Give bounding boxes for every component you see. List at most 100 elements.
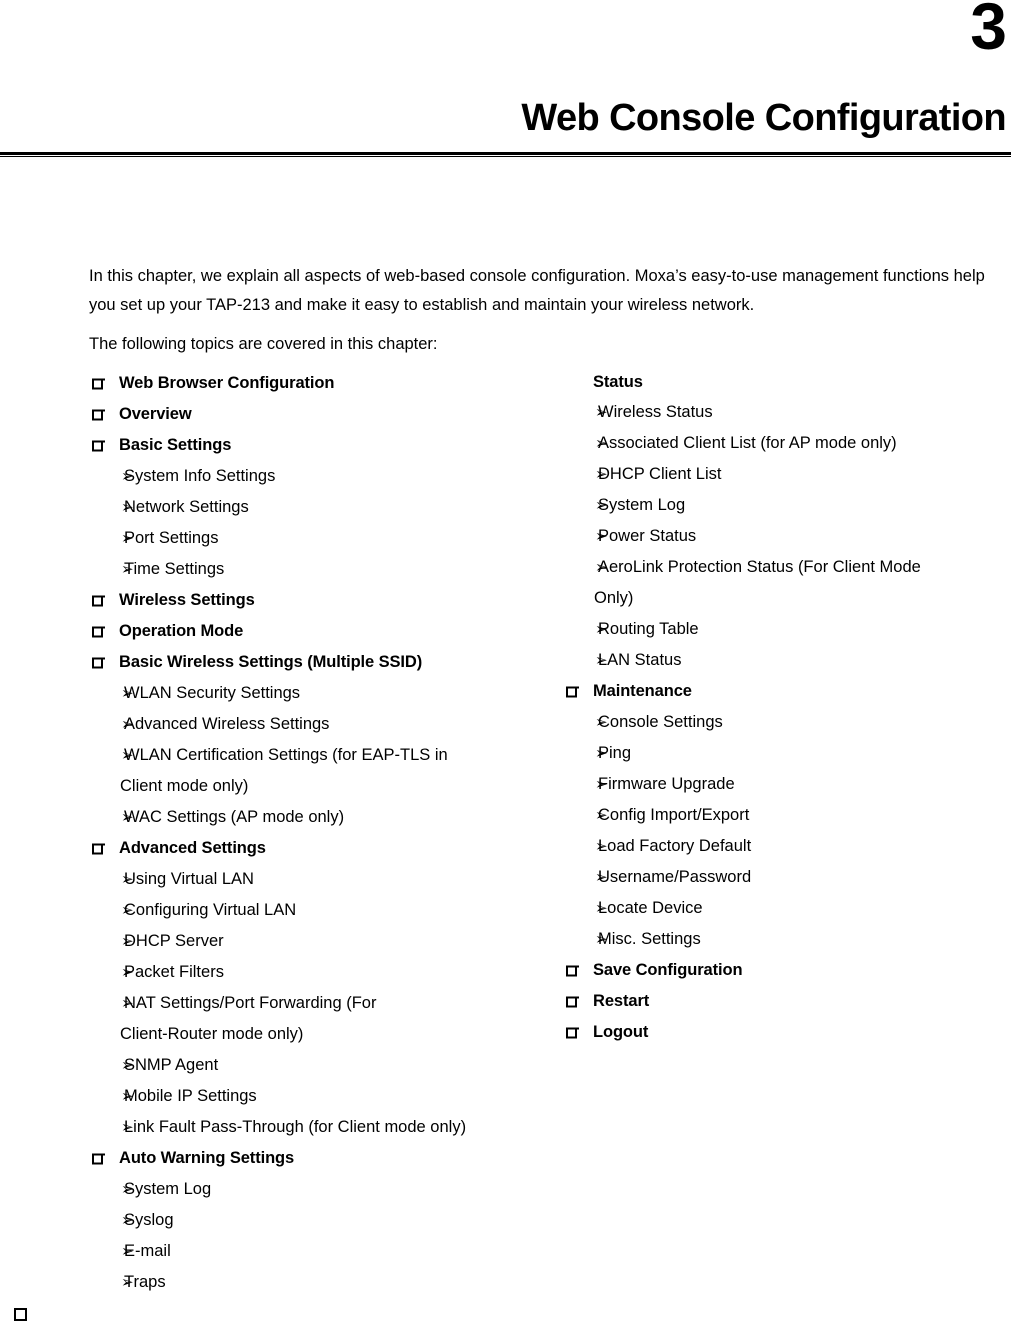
toc-section-label: Operation Mode	[119, 622, 244, 640]
toc-section-label: Auto Warning Settings	[119, 1149, 295, 1167]
toc-subsection-label: Associated Client List (for AP mode only…	[598, 434, 897, 452]
toc-subsection-item[interactable]: ➢ System Log	[563, 490, 1011, 521]
toc-subsection-label: Power Status	[598, 527, 697, 545]
arrow-bullet-icon: ➢	[595, 620, 608, 638]
chapter-toc: Web Browser Configuration Overview Basic S…	[0, 0, 1011, 1326]
toc-section-item[interactable]: Status	[563, 368, 1011, 397]
toc-subsection-item[interactable]: ➢ Using Virtual LAN	[89, 864, 549, 895]
toc-subsection-label-cont: Client-Router mode only)	[120, 1025, 304, 1043]
toc-subsection-item[interactable]: ➢ Username/Password	[563, 862, 1011, 893]
toc-section-label: Overview	[119, 405, 192, 423]
toc-section-item[interactable]: Operation Mode	[89, 616, 549, 647]
toc-subsection-item[interactable]: ➢ Config Import/Export	[563, 800, 1011, 831]
toc-subsection-label: Username/Password	[598, 868, 752, 886]
toc-section-label: Basic Wireless Settings (Multiple SSID)	[119, 653, 423, 671]
toc-subsection-label: Link Fault Pass-Through (for Client mode…	[124, 1118, 467, 1136]
toc-subsection-label: Packet Filters	[124, 963, 224, 981]
toc-section-item[interactable]: Auto Warning Settings	[89, 1143, 549, 1174]
toc-subsection-item[interactable]: ➢ System Info Settings	[89, 461, 549, 492]
arrow-bullet-icon: ➢	[595, 868, 608, 886]
toc-section-label: Web Browser Configuration	[119, 374, 335, 392]
toc-subsection-item[interactable]: ➢ WLAN Security Settings	[89, 678, 549, 709]
toc-subsection-item[interactable]: ➢ DHCP Client List	[563, 459, 1011, 490]
toc-section-label: Logout	[593, 1023, 649, 1041]
toc-subsection-item[interactable]: ➢ Ping	[563, 738, 1011, 769]
toc-column-right: Status ➢ Wireless Status ➢ Associated Client…	[563, 368, 1011, 1048]
arrow-bullet-icon: ➢	[121, 994, 134, 1012]
toc-column-left: Web Browser Configuration Overview Basic S…	[89, 368, 549, 1298]
toc-subsection-label: Routing Table	[598, 620, 699, 638]
square-bullet-icon	[92, 440, 105, 451]
arrow-bullet-icon: ➢	[121, 684, 134, 702]
toc-section-label: Advanced Settings	[119, 839, 266, 857]
toc-subsection-wrap-line: Client mode only)	[89, 771, 549, 802]
toc-section-item[interactable]: Basic Settings	[89, 430, 549, 461]
toc-subsection-item[interactable]: ➢ Traps	[89, 1267, 549, 1298]
toc-subsection-item[interactable]: ➢ Mobile IP Settings	[89, 1081, 549, 1112]
toc-subsection-item[interactable]: ➢ Syslog	[89, 1205, 549, 1236]
toc-subsection-label: Misc. Settings	[598, 930, 701, 948]
toc-subsection-label: Configuring Virtual LAN	[124, 901, 297, 919]
arrow-bullet-icon: ➢	[121, 1180, 134, 1198]
toc-subsection-label: System Log	[124, 1180, 212, 1198]
arrow-bullet-icon: ➢	[121, 746, 134, 764]
square-bullet-icon	[14, 1308, 27, 1321]
toc-section-label: Save Configuration	[593, 961, 743, 979]
toc-subsection-item[interactable]: ➢ Packet Filters	[89, 957, 549, 988]
toc-section-label: Maintenance	[593, 682, 692, 700]
arrow-bullet-icon: ➢	[121, 1211, 134, 1229]
toc-section-item[interactable]: Restart	[563, 986, 1011, 1017]
toc-subsection-item[interactable]: ➢ Advanced Wireless Settings	[89, 709, 549, 740]
toc-subsection-label-cont: Only)	[594, 589, 634, 607]
arrow-bullet-icon: ➢	[121, 715, 134, 733]
toc-subsection-label: Firmware Upgrade	[598, 775, 735, 793]
arrow-bullet-icon: ➢	[121, 870, 134, 888]
toc-subsection-item[interactable]: ➢ Locate Device	[563, 893, 1011, 924]
arrow-bullet-icon: ➢	[595, 558, 608, 576]
toc-subsection-item[interactable]: ➢ Associated Client List (for AP mode onl…	[563, 428, 1011, 459]
toc-subsection-item[interactable]: ➢ Link Fault Pass-Through (for Client mod…	[89, 1112, 549, 1143]
toc-subsection-item[interactable]: ➢ SNMP Agent	[89, 1050, 549, 1081]
toc-subsection-item[interactable]: ➢ LAN Status	[563, 645, 1011, 676]
toc-section-item[interactable]: Web Browser Configuration	[89, 368, 549, 399]
toc-section-item[interactable]: Basic Wireless Settings (Multiple SSID)	[89, 647, 549, 678]
toc-section-item[interactable]: Advanced Settings	[89, 833, 549, 864]
arrow-bullet-icon: ➢	[121, 1087, 134, 1105]
toc-subsection-item[interactable]: ➢ AeroLink Protection Status (For Client …	[563, 552, 1011, 583]
toc-subsection-item[interactable]: ➢ Time Settings	[89, 554, 549, 585]
toc-subsection-item[interactable]: ➢ E-mail	[89, 1236, 549, 1267]
toc-section-item[interactable]: Logout	[563, 1017, 1011, 1048]
toc-subsection-item[interactable]: ➢ Load Factory Default	[563, 831, 1011, 862]
arrow-bullet-icon: ➢	[121, 1273, 134, 1291]
toc-subsection-item[interactable]: ➢ WAC Settings (AP mode only)	[89, 802, 549, 833]
toc-subsection-item[interactable]: ➢ Port Settings	[89, 523, 549, 554]
toc-subsection-item[interactable]: ➢ Wireless Status	[563, 397, 1011, 428]
square-bullet-icon	[92, 409, 105, 420]
toc-subsection-item[interactable]: ➢ Power Status	[563, 521, 1011, 552]
toc-subsection-item[interactable]: ➢ WLAN Certification Settings (for EAP-TL…	[89, 740, 549, 771]
arrow-bullet-icon: ➢	[121, 1118, 134, 1136]
toc-section-item[interactable]: Wireless Settings	[89, 585, 549, 616]
toc-subsection-item[interactable]: ➢ Network Settings	[89, 492, 549, 523]
arrow-bullet-icon: ➢	[595, 527, 608, 545]
toc-subsection-item[interactable]: ➢ NAT Settings/Port Forwarding (For	[89, 988, 549, 1019]
toc-subsection-item[interactable]: ➢ Configuring Virtual LAN	[89, 895, 549, 926]
toc-subsection-item[interactable]: ➢ Firmware Upgrade	[563, 769, 1011, 800]
toc-section-item[interactable]: Maintenance	[563, 676, 1011, 707]
toc-subsection-label: System Log	[598, 496, 686, 514]
toc-subsection-item[interactable]: ➢ Routing Table	[563, 614, 1011, 645]
square-bullet-icon	[92, 1153, 105, 1164]
square-bullet-icon	[92, 657, 105, 668]
toc-section-item[interactable]: Overview	[89, 399, 549, 430]
toc-subsection-item[interactable]: ➢ System Log	[89, 1174, 549, 1205]
toc-subsection-item[interactable]: ➢ Console Settings	[563, 707, 1011, 738]
arrow-bullet-icon: ➢	[121, 498, 134, 516]
toc-section-item[interactable]: Save Configuration	[563, 955, 1011, 986]
toc-subsection-label: SNMP Agent	[124, 1056, 219, 1074]
toc-subsection-item[interactable]: ➢ Misc. Settings	[563, 924, 1011, 955]
arrow-bullet-icon: ➢	[595, 465, 608, 483]
arrow-bullet-icon: ➢	[595, 775, 608, 793]
toc-subsection-item[interactable]: ➢ DHCP Server	[89, 926, 549, 957]
toc-section-label: Status	[593, 373, 643, 391]
toc-subsection-label: WLAN Certification Settings (for EAP-TLS…	[124, 746, 448, 764]
